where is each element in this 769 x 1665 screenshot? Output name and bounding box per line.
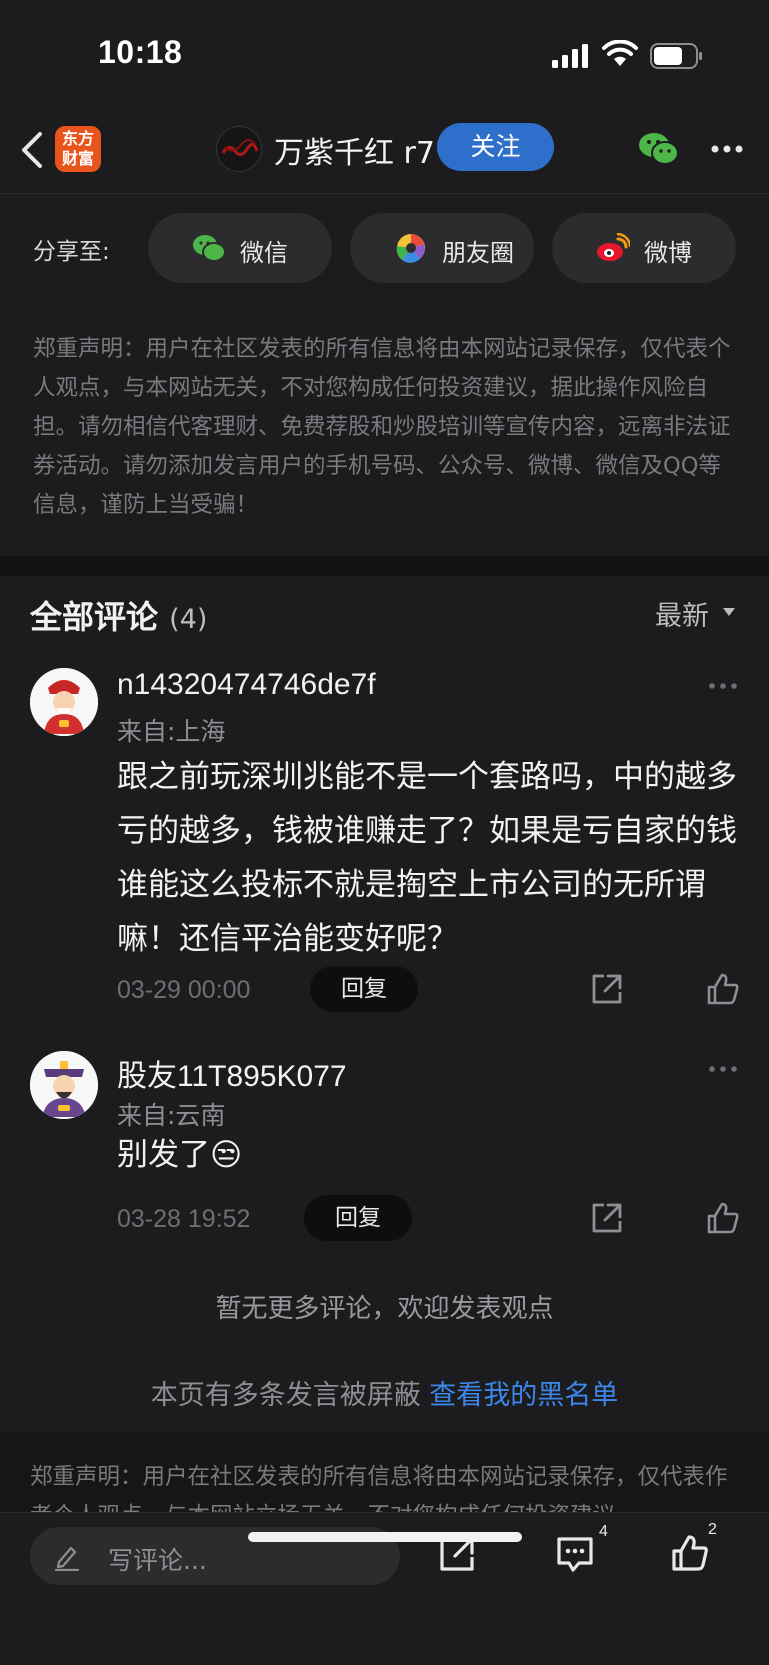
battery-icon (650, 43, 702, 69)
share-label: 分享至: (33, 239, 110, 265)
commenter-avatar[interactable] (30, 668, 98, 736)
comment-time: 03-29 00:00 (117, 976, 251, 1004)
comment-text: 跟之前玩深圳兆能不是一个套路吗，中的越多亏的越多，钱被谁赚走了？如果是亏自家的钱… (117, 759, 737, 957)
disclaimer-text: 郑重声明：用户在社区发表的所有信息将由本网站记录保存，仅代表个人观点，与本网站无… (33, 336, 731, 518)
comment-location: 来自:上海 (117, 717, 226, 746)
reply-button[interactable]: 回复 (310, 966, 418, 1012)
share-weibo-label: 微博 (644, 239, 692, 267)
moments-icon (396, 234, 425, 263)
blocked-notice: 本页有多条发言被屏蔽 查看我的黑名单 (0, 1373, 769, 1412)
comments-count: (4) (169, 604, 208, 635)
comment-input-placeholder: 写评论... (108, 1546, 207, 1575)
cellular-signal-icon (552, 44, 588, 68)
comment-more-icon[interactable] (708, 682, 738, 690)
wechat-share-icon[interactable] (638, 130, 680, 168)
share-wechat-label: 微信 (240, 239, 288, 267)
caret-down-icon[interactable] (722, 607, 736, 617)
share-icon[interactable] (590, 972, 624, 1006)
author-avatar-art (221, 139, 259, 156)
comment-location: 来自:云南 (117, 1101, 226, 1130)
like-icon[interactable] (706, 1201, 740, 1235)
author-name[interactable]: 万紫千红 r7 (274, 128, 435, 172)
share-icon[interactable] (590, 1201, 624, 1235)
view-blacklist-link[interactable]: 查看我的黑名单 (429, 1380, 618, 1411)
comments-title: 全部评论 (4) (30, 592, 207, 638)
comment-more-icon[interactable] (708, 1065, 738, 1073)
comment-username[interactable]: 股友11T895K077 (117, 1051, 347, 1095)
blocked-notice-text: 本页有多条发言被屏蔽 (150, 1380, 430, 1411)
bottom-disclaimer-text: 郑重声明：用户在社区发表的所有信息将由本网站记录保存，仅代表作者个人观点，与本网… (30, 1464, 728, 1512)
comment-username[interactable]: n14320474746de7f (117, 668, 376, 702)
wechat-icon (193, 235, 226, 262)
share-moments-label: 朋友圈 (442, 239, 514, 267)
commenter-avatar[interactable] (30, 1051, 98, 1119)
nav-bar: 东方财富 万紫千红 r7 关注 (0, 110, 769, 194)
home-indicator (248, 1532, 522, 1542)
status-time: 10:18 (98, 34, 183, 70)
like-icon[interactable] (671, 1533, 709, 1573)
pencil-icon (54, 1546, 80, 1571)
god-of-wealth-avatar (30, 668, 98, 736)
section-divider (0, 556, 769, 576)
god-of-wealth-avatar (30, 1051, 98, 1119)
share-moments-button[interactable]: 朋友圈 (350, 213, 534, 283)
wifi-icon (602, 40, 638, 66)
weibo-icon (597, 233, 630, 261)
status-bar: 10:18 (0, 0, 769, 110)
share-wechat-button[interactable]: 微信 (148, 213, 332, 283)
like-icon[interactable] (706, 972, 740, 1006)
like-count-badge: 2 (708, 1521, 717, 1538)
back-arrow-icon[interactable] (18, 130, 46, 170)
follow-button[interactable]: 关注 (437, 123, 554, 171)
reply-button[interactable]: 回复 (304, 1195, 412, 1241)
app-logo-text: 东方财富 (61, 129, 94, 168)
comment-time: 03-28 19:52 (117, 1205, 251, 1233)
comments-title-label: 全部评论 (30, 598, 159, 636)
comment-text: 别发了😒 (117, 1137, 243, 1173)
sort-dropdown[interactable]: 最新 (655, 594, 709, 633)
app-logo[interactable]: 东方财富 (55, 126, 101, 172)
comment-icon[interactable] (555, 1535, 595, 1573)
more-options-icon[interactable] (710, 144, 744, 154)
comment-count-badge: 4 (599, 1523, 608, 1540)
share-weibo-button[interactable]: 微博 (552, 213, 736, 283)
author-avatar[interactable] (216, 126, 262, 172)
no-more-comments-text: 暂无更多评论，欢迎发表观点 (215, 1294, 554, 1324)
bottom-disclaimer-band: 郑重声明：用户在社区发表的所有信息将由本网站记录保存，仅代表作者个人观点，与本网… (0, 1432, 769, 1512)
